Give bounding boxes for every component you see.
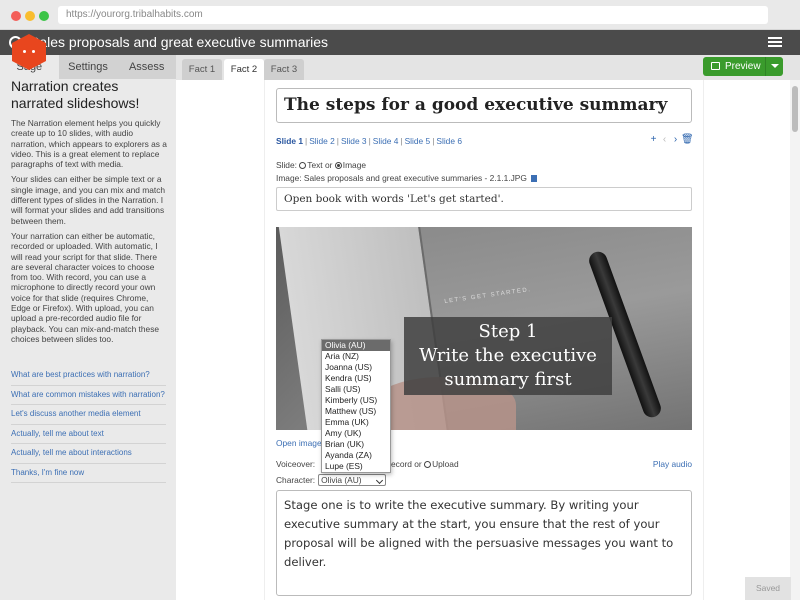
page-title: Sales proposals and great executive summ… xyxy=(30,34,329,50)
character-option[interactable]: Amy (UK) xyxy=(322,428,390,439)
play-audio-link[interactable]: Play audio xyxy=(653,459,692,469)
link-about-text[interactable]: Actually, tell me about text xyxy=(11,425,166,444)
chevron-left-icon[interactable]: ‹ xyxy=(659,134,670,145)
link-common-mistakes[interactable]: What are common mistakes with narration? xyxy=(11,386,166,405)
preview-icon xyxy=(711,62,720,70)
overlay-line: summary first xyxy=(444,369,572,390)
link-fine-now[interactable]: Thanks, I'm fine now xyxy=(11,464,166,483)
image-radio[interactable] xyxy=(334,162,342,169)
overlay-line: Write the executive xyxy=(419,345,597,366)
preview-dropdown-icon[interactable] xyxy=(765,57,783,76)
voiceover-label: Voiceover: xyxy=(276,459,316,469)
text-radio[interactable] xyxy=(299,162,307,169)
character-dropdown-list: Olivia (AU) Aria (NZ) Joanna (US) Kendra… xyxy=(321,339,391,473)
image-file-label: Image: Sales proposals and great executi… xyxy=(276,173,527,183)
character-option[interactable]: Kendra (US) xyxy=(322,373,390,384)
delete-slide-icon[interactable]: 🗑 xyxy=(681,134,694,145)
slide-tabs: Slide 1 | Slide 2 | Slide 3 | Slide 4 | Slide 5 |… xyxy=(276,136,462,146)
content-tabs: Fact 1 Fact 2 Fact 3 Preview xyxy=(176,55,800,80)
tab-settings[interactable]: Settings xyxy=(59,55,118,79)
record-option-label: ecord or xyxy=(391,459,422,469)
remove-image-icon[interactable] xyxy=(530,175,537,182)
character-option[interactable]: Matthew (US) xyxy=(322,406,390,417)
slide-4-link[interactable]: Slide 4 xyxy=(373,136,399,146)
slide-actions: + ‹ › 🗑 xyxy=(648,134,694,145)
app-header: Sales proposals and great executive summ… xyxy=(0,30,800,55)
character-label: Character: xyxy=(276,475,316,485)
scrollbar-thumb[interactable] xyxy=(792,86,798,132)
alt-text-input[interactable]: Open book with words 'Let's get started'… xyxy=(276,187,692,211)
tab-fact-1[interactable]: Fact 1 xyxy=(182,59,222,80)
slide-1-link[interactable]: Slide 1 xyxy=(276,136,303,146)
preview-button[interactable]: Preview xyxy=(703,57,783,76)
chevron-right-icon[interactable]: › xyxy=(670,134,681,145)
character-select[interactable]: Olivia (AU) xyxy=(318,474,387,486)
slide-2-link[interactable]: Slide 2 xyxy=(309,136,335,146)
tab-fact-2[interactable]: Fact 2 xyxy=(224,59,264,80)
add-slide-icon[interactable]: + xyxy=(648,134,659,145)
heading-input[interactable]: The steps for a good executive summary xyxy=(276,88,692,123)
character-option[interactable]: Emma (UK) xyxy=(322,417,390,428)
sage-paragraph: The Narration element helps you quickly … xyxy=(11,118,167,170)
slide-6-link[interactable]: Slide 6 xyxy=(436,136,462,146)
tab-assess[interactable]: Assess xyxy=(117,55,176,79)
upload-radio[interactable] xyxy=(424,461,432,468)
sage-message: The Narration element helps you quickly … xyxy=(11,118,167,349)
open-image-link[interactable]: Open image xyxy=(276,438,322,448)
character-row: Character: Olivia (AU) xyxy=(276,474,387,486)
character-option[interactable]: Brian (UK) xyxy=(322,439,390,450)
character-option[interactable]: Salli (US) xyxy=(322,384,390,395)
character-option[interactable]: Kimberly (US) xyxy=(322,395,390,406)
text-option-label: Text or xyxy=(307,160,333,170)
sage-links: What are best practices with narration? … xyxy=(11,366,166,483)
browser-chrome: https://yourorg.tribalhabits.com xyxy=(0,0,800,30)
scrollbar[interactable] xyxy=(790,80,800,600)
character-option[interactable]: Ayanda (ZA) xyxy=(322,450,390,461)
slide-3-link[interactable]: Slide 3 xyxy=(341,136,367,146)
slide-type-row: Slide: Text or Image xyxy=(276,160,366,170)
maximize-window-button[interactable] xyxy=(39,11,49,21)
sage-paragraph: Your narration can either be automatic, … xyxy=(11,230,160,344)
preview-label: Preview xyxy=(725,61,761,72)
image-option-label: Image xyxy=(342,160,367,170)
character-option[interactable]: Joanna (US) xyxy=(322,362,390,373)
link-about-interactions[interactable]: Actually, tell me about interactions xyxy=(11,444,166,464)
link-another-media[interactable]: Let's discuss another media element xyxy=(11,405,166,425)
sage-paragraph: Your slides can either be simple text or… xyxy=(11,174,166,226)
tab-fact-3[interactable]: Fact 3 xyxy=(264,59,304,80)
slide-5-link[interactable]: Slide 5 xyxy=(405,136,431,146)
upload-option-label: Upload xyxy=(432,459,459,469)
close-window-button[interactable] xyxy=(11,11,21,21)
character-option[interactable]: Aria (NZ) xyxy=(322,351,390,362)
image-file-row: Image: Sales proposals and great executi… xyxy=(276,173,537,183)
character-option[interactable]: Lupe (ES) xyxy=(322,461,390,472)
overlay-line: Step 1 xyxy=(478,321,538,342)
character-option[interactable]: Olivia (AU) xyxy=(322,340,390,351)
address-bar[interactable]: https://yourorg.tribalhabits.com xyxy=(58,6,768,24)
slide-text-overlay: Step 1 Write the executive summary first xyxy=(404,317,612,395)
minimize-window-button[interactable] xyxy=(25,11,35,21)
hamburger-menu-icon[interactable] xyxy=(768,37,782,48)
slide-type-label: Slide: xyxy=(276,160,297,170)
sage-heading: Narration creates narrated slideshows! xyxy=(11,78,140,111)
script-textarea[interactable]: Stage one is to write the executive summ… xyxy=(276,490,692,596)
link-best-practices[interactable]: What are best practices with narration? xyxy=(11,366,166,386)
saved-status: Saved xyxy=(745,577,791,600)
